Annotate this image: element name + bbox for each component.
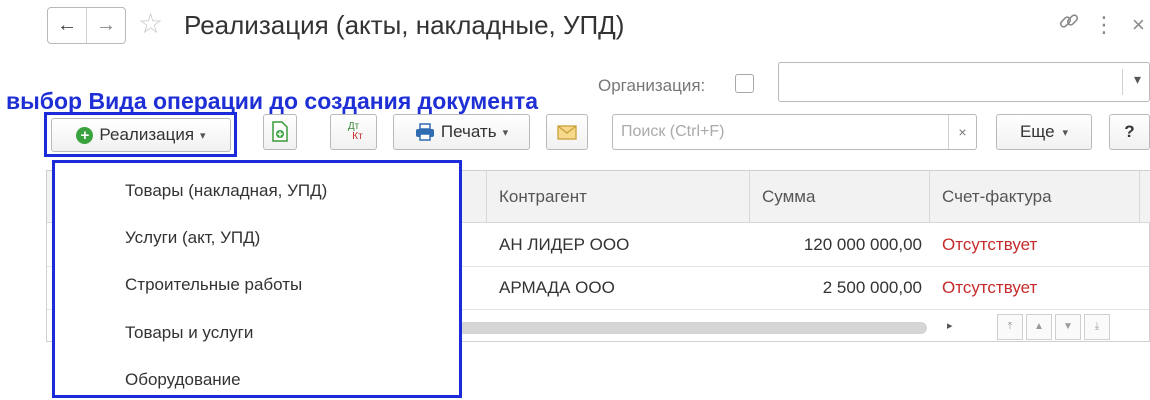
print-button[interactable]: Печать ▾ (393, 114, 530, 150)
chevron-down-icon: ▾ (1062, 126, 1069, 139)
organization-label: Организация: (598, 76, 706, 95)
forward-button[interactable]: → (86, 8, 125, 43)
more-button-label: Еще (1019, 122, 1055, 141)
organization-select[interactable]: ▾ (778, 62, 1150, 102)
more-button[interactable]: Еще ▾ (996, 114, 1092, 150)
favorite-star-icon[interactable]: ☆ (138, 7, 163, 41)
table-row-contractor[interactable]: АН ЛИДЕР ООО (487, 224, 629, 266)
email-button[interactable] (546, 114, 588, 150)
table-row-invoice[interactable]: Отсутствует (930, 224, 1037, 266)
column-header-contractor[interactable]: Контрагент (487, 171, 750, 223)
table-row-sum[interactable]: 2 500 000,00 (750, 267, 930, 309)
table-navigation: ⤒ ▲ ▼ ⤓ (997, 314, 1113, 340)
organization-checkbox[interactable] (735, 74, 754, 93)
link-icon[interactable] (1058, 10, 1080, 40)
table-row-sum[interactable]: 120 000 000,00 (750, 224, 930, 266)
create-button-label: Реализация (99, 125, 195, 144)
select-divider (1122, 69, 1123, 95)
help-button[interactable]: ? (1109, 114, 1150, 150)
back-button[interactable]: ← (48, 8, 86, 43)
close-icon[interactable]: × (1132, 10, 1145, 40)
navigation-buttons: ← → (47, 7, 126, 44)
chevron-down-icon: ▾ (200, 129, 206, 142)
kt-icon-text: Кт (352, 131, 363, 142)
arrow-left-icon: ← (57, 14, 77, 36)
search-placeholder: Поиск (Ctrl+F) (621, 123, 725, 140)
table-header-end (1140, 171, 1150, 223)
create-realization-button[interactable]: + Реализация ▾ (51, 118, 231, 152)
scroll-last-icon[interactable]: ⤓ (1084, 314, 1110, 340)
page-title: Реализация (акты, накладные, УПД) (184, 10, 625, 40)
table-row-invoice[interactable]: Отсутствует (930, 267, 1037, 309)
scroll-first-icon[interactable]: ⤒ (997, 314, 1023, 340)
copy-document-button[interactable] (263, 114, 297, 150)
column-header-invoice[interactable]: Счет-фактура (930, 171, 1140, 223)
menu-item-construction[interactable]: Строительные работы (125, 273, 302, 297)
dt-kt-button[interactable]: Дт Кт (330, 114, 377, 150)
search-input[interactable]: Поиск (Ctrl+F) × (612, 114, 977, 150)
print-button-label: Печать (440, 122, 497, 141)
operation-type-menu: Товары (накладная, УПД) Услуги (акт, УПД… (52, 160, 462, 398)
more-actions-icon[interactable]: ⋮ (1093, 10, 1115, 40)
help-icon: ? (1124, 122, 1135, 141)
menu-item-goods-and-services[interactable]: Товары и услуги (125, 321, 253, 345)
menu-item-equipment[interactable]: Оборудование (125, 368, 241, 392)
chevron-down-icon: ▾ (502, 126, 509, 139)
chevron-down-icon: ▾ (1133, 71, 1141, 87)
table-row-contractor[interactable]: АРМАДА ООО (487, 267, 615, 309)
scroll-right-icon[interactable]: ▸ (947, 319, 953, 332)
copy-document-icon (272, 121, 288, 142)
arrow-right-icon: → (96, 14, 116, 36)
printer-icon (415, 123, 434, 141)
add-circle-icon: + (76, 126, 94, 144)
envelope-icon (557, 124, 577, 140)
scroll-down-icon[interactable]: ▼ (1055, 314, 1081, 340)
column-header-sum[interactable]: Сумма (750, 171, 930, 223)
menu-item-goods[interactable]: Товары (накладная, УПД) (125, 179, 327, 203)
clear-search-icon[interactable]: × (948, 115, 976, 149)
scroll-up-icon[interactable]: ▲ (1026, 314, 1052, 340)
menu-item-services[interactable]: Услуги (акт, УПД) (125, 226, 260, 250)
